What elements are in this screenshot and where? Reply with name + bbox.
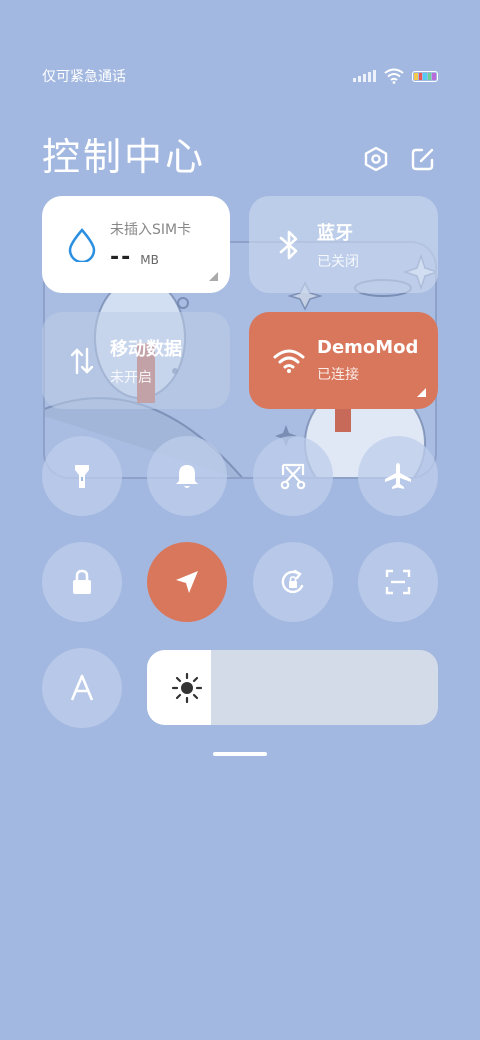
bell-icon xyxy=(176,465,198,488)
screenshot-toggle[interactable] xyxy=(253,436,333,516)
signal-icon xyxy=(353,70,376,82)
flashlight-icon xyxy=(75,465,89,488)
wifi-tile[interactable]: DemoMod 已连接 xyxy=(249,312,438,409)
water-drop-icon xyxy=(62,225,102,265)
font-size-toggle[interactable] xyxy=(42,648,122,728)
sim-status-label: 未插入SIM卡 xyxy=(110,222,192,238)
sun-icon xyxy=(171,672,203,704)
airplane-toggle[interactable] xyxy=(358,436,438,516)
scanner-toggle[interactable] xyxy=(358,542,438,622)
mobile-data-tile[interactable]: 移动数据 未开启 xyxy=(42,312,230,409)
bluetooth-tile[interactable]: 蓝牙 已关闭 xyxy=(249,196,438,293)
location-toggle[interactable] xyxy=(147,542,227,622)
lock-toggle[interactable] xyxy=(42,542,122,622)
home-indicator[interactable] xyxy=(213,752,267,756)
expand-corner-icon xyxy=(417,388,426,397)
page-title: 控制中心 xyxy=(42,135,207,179)
airplane-icon xyxy=(385,463,411,489)
data-usage-tile[interactable]: 未插入SIM卡 -- MB xyxy=(42,196,230,293)
data-arrows-icon xyxy=(62,341,102,381)
carrier-text: 仅可紧急通话 xyxy=(42,69,126,85)
brightness-slider[interactable] xyxy=(147,650,438,725)
bluetooth-status: 已关闭 xyxy=(317,253,359,270)
battery-icon xyxy=(412,70,438,82)
rotation-lock-icon xyxy=(281,569,304,594)
data-usage-value: -- xyxy=(110,245,133,270)
mobile-data-status: 未开启 xyxy=(110,369,152,386)
flashlight-toggle[interactable] xyxy=(42,436,122,516)
status-icons xyxy=(353,68,438,84)
font-a-icon xyxy=(70,674,94,701)
status-bar: 仅可紧急通话 xyxy=(42,66,438,86)
lock-icon xyxy=(73,569,91,594)
wifi-icon xyxy=(384,68,404,84)
silent-toggle[interactable] xyxy=(147,436,227,516)
rotation-lock-toggle[interactable] xyxy=(253,542,333,622)
location-arrow-icon xyxy=(176,571,198,593)
edit-icon[interactable] xyxy=(410,146,436,172)
data-usage-unit: MB xyxy=(140,253,159,267)
mobile-data-label: 移动数据 xyxy=(110,338,182,360)
bluetooth-icon xyxy=(269,225,309,265)
expand-corner-icon xyxy=(209,272,218,281)
scissors-icon xyxy=(280,463,306,490)
bluetooth-label: 蓝牙 xyxy=(317,222,353,244)
wifi-network-name: DemoMod xyxy=(317,337,419,358)
settings-icon[interactable] xyxy=(363,146,389,172)
scan-icon xyxy=(385,569,411,595)
wifi-status: 已连接 xyxy=(317,367,359,383)
wifi-icon xyxy=(269,341,309,381)
